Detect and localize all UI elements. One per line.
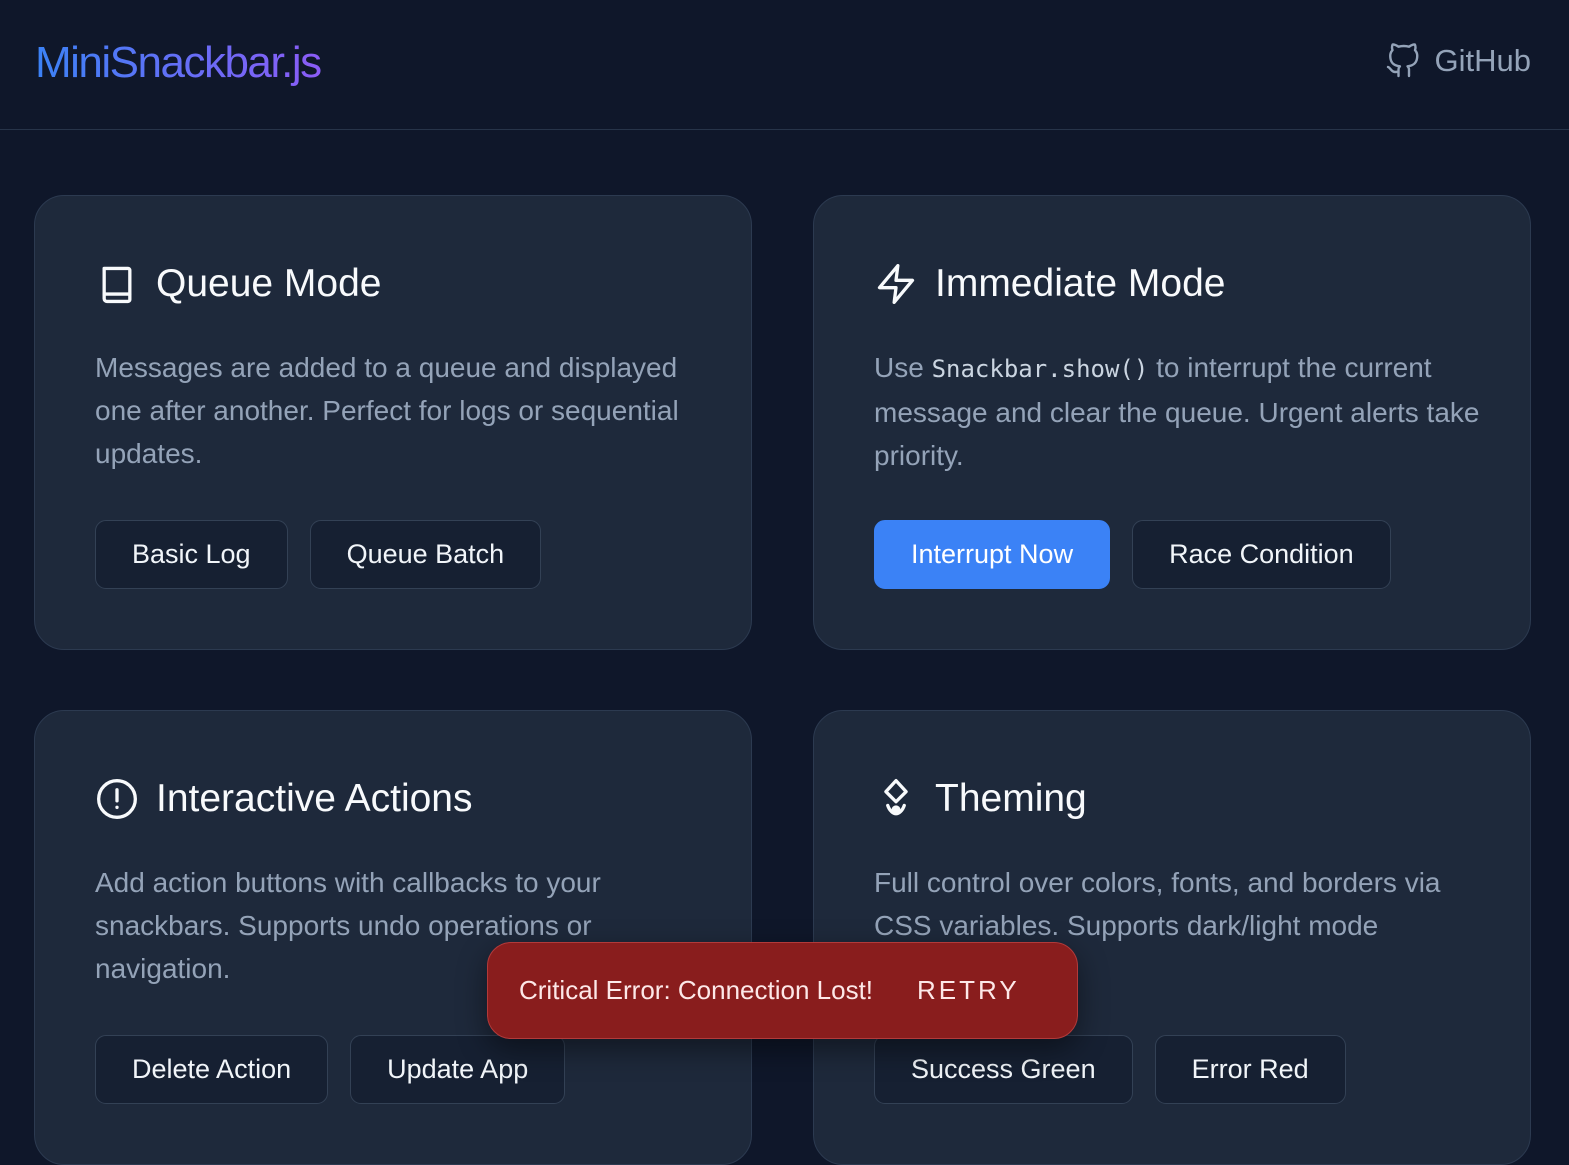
lightning-icon	[877, 264, 915, 304]
card-title: Immediate Mode	[874, 262, 1225, 306]
race-condition-button[interactable]: Race Condition	[1132, 520, 1391, 589]
card-title: Theming	[874, 777, 1087, 821]
book-icon	[102, 266, 132, 304]
success-green-button[interactable]: Success Green	[874, 1035, 1133, 1104]
card-title-text: Immediate Mode	[935, 262, 1226, 305]
code-snippet: Snackbar.show()	[931, 355, 1149, 383]
app-logo[interactable]: MiniSnackbar.js	[35, 38, 322, 88]
card-theming: Theming Full control over colors, fonts,…	[813, 710, 1531, 1165]
card-description: Use Snackbar.show() to interrupt the cur…	[874, 346, 1484, 477]
github-label: GitHub	[1434, 43, 1531, 78]
basic-log-button[interactable]: Basic Log	[95, 520, 288, 589]
card-title: Queue Mode	[95, 262, 382, 306]
update-app-button[interactable]: Update App	[350, 1035, 566, 1104]
button-row: Success Green Error Red	[874, 1035, 1346, 1104]
card-title-text: Queue Mode	[156, 262, 382, 305]
card-title: Interactive Actions	[95, 777, 473, 821]
button-row: Delete Action Update App	[95, 1035, 566, 1104]
github-icon	[1386, 43, 1418, 78]
queue-batch-button[interactable]: Queue Batch	[309, 520, 542, 589]
desc-prefix: Use	[874, 352, 932, 383]
snackbar-error: Critical Error: Connection Lost! RETRY	[487, 942, 1078, 1039]
interrupt-now-button[interactable]: Interrupt Now	[874, 520, 1111, 589]
error-red-button[interactable]: Error Red	[1154, 1035, 1346, 1104]
snackbar-message: Critical Error: Connection Lost!	[519, 975, 874, 1005]
droplet-theme-icon	[884, 779, 908, 816]
card-interactive-actions: Interactive Actions Add action buttons w…	[34, 710, 752, 1165]
retry-button[interactable]: RETRY	[917, 975, 1020, 1006]
github-link[interactable]: GitHub	[1385, 42, 1531, 80]
top-bar: MiniSnackbar.js GitHub	[0, 0, 1569, 130]
card-immediate-mode: Immediate Mode Use Snackbar.show() to in…	[813, 195, 1531, 650]
card-description: Messages are added to a queue and displa…	[95, 352, 679, 469]
delete-action-button[interactable]: Delete Action	[95, 1035, 329, 1104]
alert-circle-icon	[97, 779, 137, 819]
button-row: Interrupt Now Race Condition	[874, 520, 1391, 589]
card-title-text: Theming	[935, 777, 1087, 820]
card-queue-mode: Queue Mode Messages are added to a queue…	[34, 195, 752, 650]
card-description: Full control over colors, fonts, and bor…	[874, 867, 1441, 941]
card-title-text: Interactive Actions	[156, 777, 473, 820]
button-row: Basic Log Queue Batch	[95, 520, 542, 589]
